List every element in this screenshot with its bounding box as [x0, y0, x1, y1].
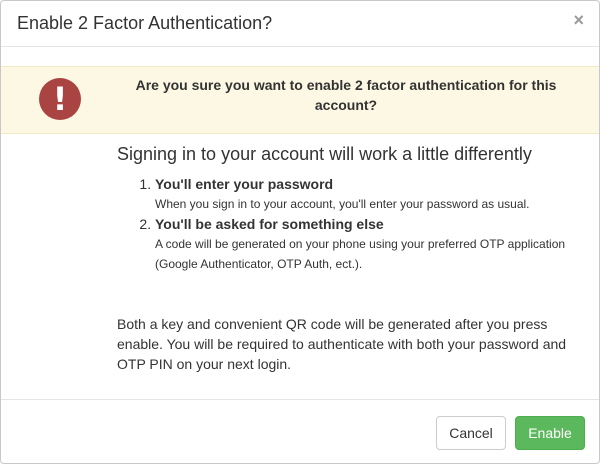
- warning-alert: ! Are you sure you want to enable 2 fact…: [1, 66, 599, 134]
- step-description: When you sign in to your account, you'll…: [155, 197, 530, 211]
- close-button[interactable]: ×: [573, 10, 584, 30]
- dialog-title: Enable 2 Factor Authentication?: [17, 13, 273, 33]
- step-title: You'll be asked for something else: [155, 216, 384, 232]
- lead-text: Signing in to your account will work a l…: [117, 144, 532, 164]
- step-description: A code will be generated on your phone u…: [155, 237, 566, 271]
- cancel-button[interactable]: Cancel: [436, 416, 506, 450]
- warning-message: Are you sure you want to enable 2 factor…: [135, 77, 557, 113]
- enable-2fa-dialog: Enable 2 Factor Authentication? × ! Are …: [0, 0, 600, 464]
- step-item: You'll enter your password When you sign…: [155, 174, 587, 214]
- steps-list: You'll enter your password When you sign…: [117, 174, 587, 274]
- step-item: You'll be asked for something else A cod…: [155, 214, 587, 274]
- dialog-footer: Cancel Enable: [1, 399, 599, 463]
- exclamation-glyph: !: [52, 80, 68, 118]
- step-title: You'll enter your password: [155, 176, 334, 192]
- exclamation-icon: !: [39, 78, 81, 120]
- footnote-text: Both a key and convenient QR code will b…: [117, 316, 567, 372]
- enable-button[interactable]: Enable: [515, 416, 585, 450]
- dialog-header: Enable 2 Factor Authentication? ×: [1, 1, 599, 47]
- dialog-body: Signing in to your account will work a l…: [117, 142, 587, 274]
